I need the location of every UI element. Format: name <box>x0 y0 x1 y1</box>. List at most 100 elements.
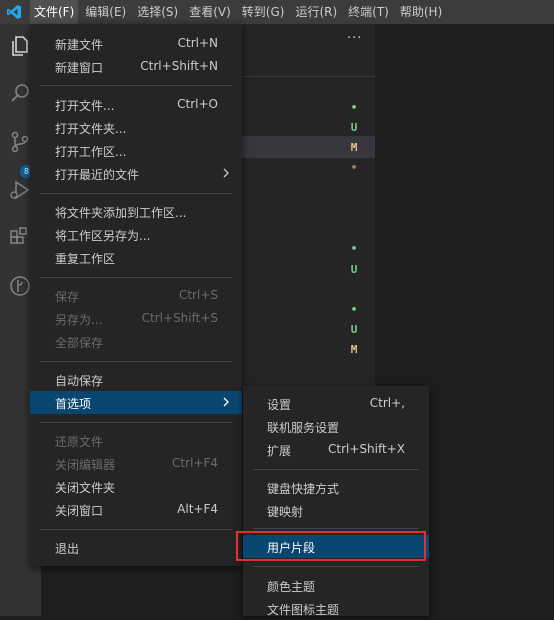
menu-help[interactable]: 帮助(H) <box>396 0 446 24</box>
menu-item-shortcut: Ctrl+, <box>369 396 405 410</box>
menu-item-save-all: 全部保存 <box>30 330 242 353</box>
menu-item-label: 键盘快捷方式 <box>267 482 340 496</box>
menu-edit[interactable]: 编辑(E) <box>81 0 130 24</box>
menu-item-label: 关闭编辑器 <box>55 458 116 472</box>
menu-run[interactable]: 运行(R) <box>291 0 341 24</box>
menu-item-shortcut: Ctrl+Shift+S <box>141 311 218 325</box>
menu-item-duplicate-workspace[interactable]: 重复工作区 <box>30 246 242 269</box>
git-status-dot: • <box>350 161 358 174</box>
run-debug-icon[interactable] <box>8 178 32 202</box>
git-status-modified: M <box>350 141 358 154</box>
title-bar: 文件(F) 编辑(E) 选择(S) 查看(V) 转到(G) 运行(R) 终端(T… <box>0 0 554 24</box>
menu-separator <box>40 361 232 362</box>
menu-item-open-workspace[interactable]: 打开工作区... <box>30 139 242 162</box>
menu-item-label: 退出 <box>55 542 80 556</box>
menu-separator <box>253 528 419 529</box>
menu-item-shortcut: Ctrl+S <box>178 288 218 302</box>
menu-item-label: 设置 <box>267 398 292 412</box>
menu-item-label: 打开文件夹... <box>55 122 127 136</box>
menu-view[interactable]: 查看(V) <box>185 0 235 24</box>
menu-item-label: 打开文件... <box>55 99 115 113</box>
git-status-untracked: U <box>350 121 358 134</box>
menu-item-settings[interactable]: 设置 Ctrl+, <box>243 392 429 415</box>
menu-item-shortcut: Alt+F4 <box>177 502 218 516</box>
menu-item-auto-save[interactable]: 自动保存 <box>30 368 242 391</box>
chevron-right-icon <box>223 168 229 178</box>
menu-item-online-services-settings[interactable]: 联机服务设置 <box>243 415 429 438</box>
file-menu: 新建文件 Ctrl+N 新建窗口 Ctrl+Shift+N 打开文件... Ct… <box>30 24 242 566</box>
menu-item-label: 新建文件 <box>55 38 104 52</box>
menu-item-exit[interactable]: 退出 <box>30 536 242 559</box>
menu-item-close-folder[interactable]: 关闭文件夹 <box>30 475 242 498</box>
menu-item-shortcut: Ctrl+Shift+N <box>140 59 218 73</box>
git-status-dot: • <box>350 101 358 114</box>
menu-go[interactable]: 转到(G) <box>238 0 289 24</box>
menu-item-label: 扩展 <box>267 444 292 458</box>
menu-item-label: 首选项 <box>55 397 92 411</box>
menu-separator <box>40 85 232 86</box>
menu-item-label: 全部保存 <box>55 336 104 350</box>
menu-item-shortcut: Ctrl+F4 <box>172 456 218 470</box>
menu-item-add-folder-to-workspace[interactable]: 将文件夹添加到工作区... <box>30 200 242 223</box>
preferences-submenu: 设置 Ctrl+, 联机服务设置 扩展 Ctrl+Shift+X 键盘快捷方式 … <box>243 386 429 617</box>
menu-item-label: 另存为... <box>55 313 103 327</box>
menu-item-open-recent[interactable]: 打开最近的文件 <box>30 162 242 185</box>
menu-item-color-theme[interactable]: 颜色主题 <box>243 574 429 597</box>
menu-item-extensions[interactable]: 扩展 Ctrl+Shift+X <box>243 438 429 461</box>
menu-item-save: 保存 Ctrl+S <box>30 284 242 307</box>
menu-separator <box>40 422 232 423</box>
menu-item-label: 关闭窗口 <box>55 504 104 518</box>
menu-selection[interactable]: 选择(S) <box>133 0 182 24</box>
git-status-dot: • <box>350 242 358 255</box>
menu-item-label: 保存 <box>55 290 80 304</box>
explorer-icon[interactable] <box>8 34 32 58</box>
git-status-untracked: U <box>350 263 358 276</box>
source-control-icon[interactable] <box>8 130 32 154</box>
menu-item-preferences[interactable]: 首选项 <box>30 391 242 414</box>
git-status-untracked: U <box>350 323 358 336</box>
menu-item-label: 新建窗口 <box>55 61 104 75</box>
menu-item-open-file[interactable]: 打开文件... Ctrl+O <box>30 93 242 116</box>
menu-item-label: 打开工作区... <box>55 145 127 159</box>
menu-item-keyboard-shortcuts[interactable]: 键盘快捷方式 <box>243 476 429 499</box>
menu-item-shortcut: Ctrl+N <box>177 36 218 50</box>
vscode-logo-icon <box>7 5 21 19</box>
menu-item-label: 键映射 <box>267 505 304 519</box>
search-icon[interactable] <box>8 82 32 106</box>
menu-item-keymaps[interactable]: 键映射 <box>243 499 429 522</box>
annotation-highlight-box <box>236 531 426 561</box>
menu-separator <box>40 529 232 530</box>
menu-item-label: 还原文件 <box>55 435 104 449</box>
menu-item-save-workspace-as[interactable]: 将工作区另存为... <box>30 223 242 246</box>
menu-item-close-editor: 关闭编辑器 Ctrl+F4 <box>30 452 242 475</box>
menu-item-label: 文件图标主题 <box>267 603 340 617</box>
menu-item-label: 联机服务设置 <box>267 421 340 435</box>
menu-item-label: 颜色主题 <box>267 580 316 594</box>
extensions-icon[interactable] <box>8 226 32 250</box>
menu-item-save-as: 另存为... Ctrl+Shift+S <box>30 307 242 330</box>
menu-item-shortcut: Ctrl+Shift+X <box>328 442 405 456</box>
menu-separator <box>253 469 419 470</box>
menu-separator <box>40 193 232 194</box>
git-status-dot: • <box>350 303 358 316</box>
menu-item-close-window[interactable]: 关闭窗口 Alt+F4 <box>30 498 242 521</box>
menu-separator <box>253 566 419 567</box>
menu-item-label: 将工作区另存为... <box>55 229 151 243</box>
menu-terminal[interactable]: 终端(T) <box>344 0 393 24</box>
menu-item-shortcut: Ctrl+O <box>177 97 218 111</box>
menu-item-open-folder[interactable]: 打开文件夹... <box>30 116 242 139</box>
menu-file[interactable]: 文件(F) <box>30 0 79 24</box>
menu-item-label: 将文件夹添加到工作区... <box>55 206 187 220</box>
menu-item-new-file[interactable]: 新建文件 Ctrl+N <box>30 32 242 55</box>
menu-item-label: 重复工作区 <box>55 252 116 266</box>
menu-item-new-window[interactable]: 新建窗口 Ctrl+Shift+N <box>30 55 242 78</box>
menu-item-file-icon-theme[interactable]: 文件图标主题 <box>243 597 429 620</box>
menu-item-label: 自动保存 <box>55 374 104 388</box>
menu-bar: 文件(F) 编辑(E) 选择(S) 查看(V) 转到(G) 运行(R) 终端(T… <box>30 0 449 24</box>
menu-item-revert-file: 还原文件 <box>30 429 242 452</box>
git-status-modified: M <box>350 343 358 356</box>
more-actions-button[interactable]: ··· <box>347 31 362 46</box>
menu-item-label: 打开最近的文件 <box>55 168 140 182</box>
git-graph-icon[interactable] <box>8 274 32 298</box>
chevron-right-icon <box>223 397 229 407</box>
